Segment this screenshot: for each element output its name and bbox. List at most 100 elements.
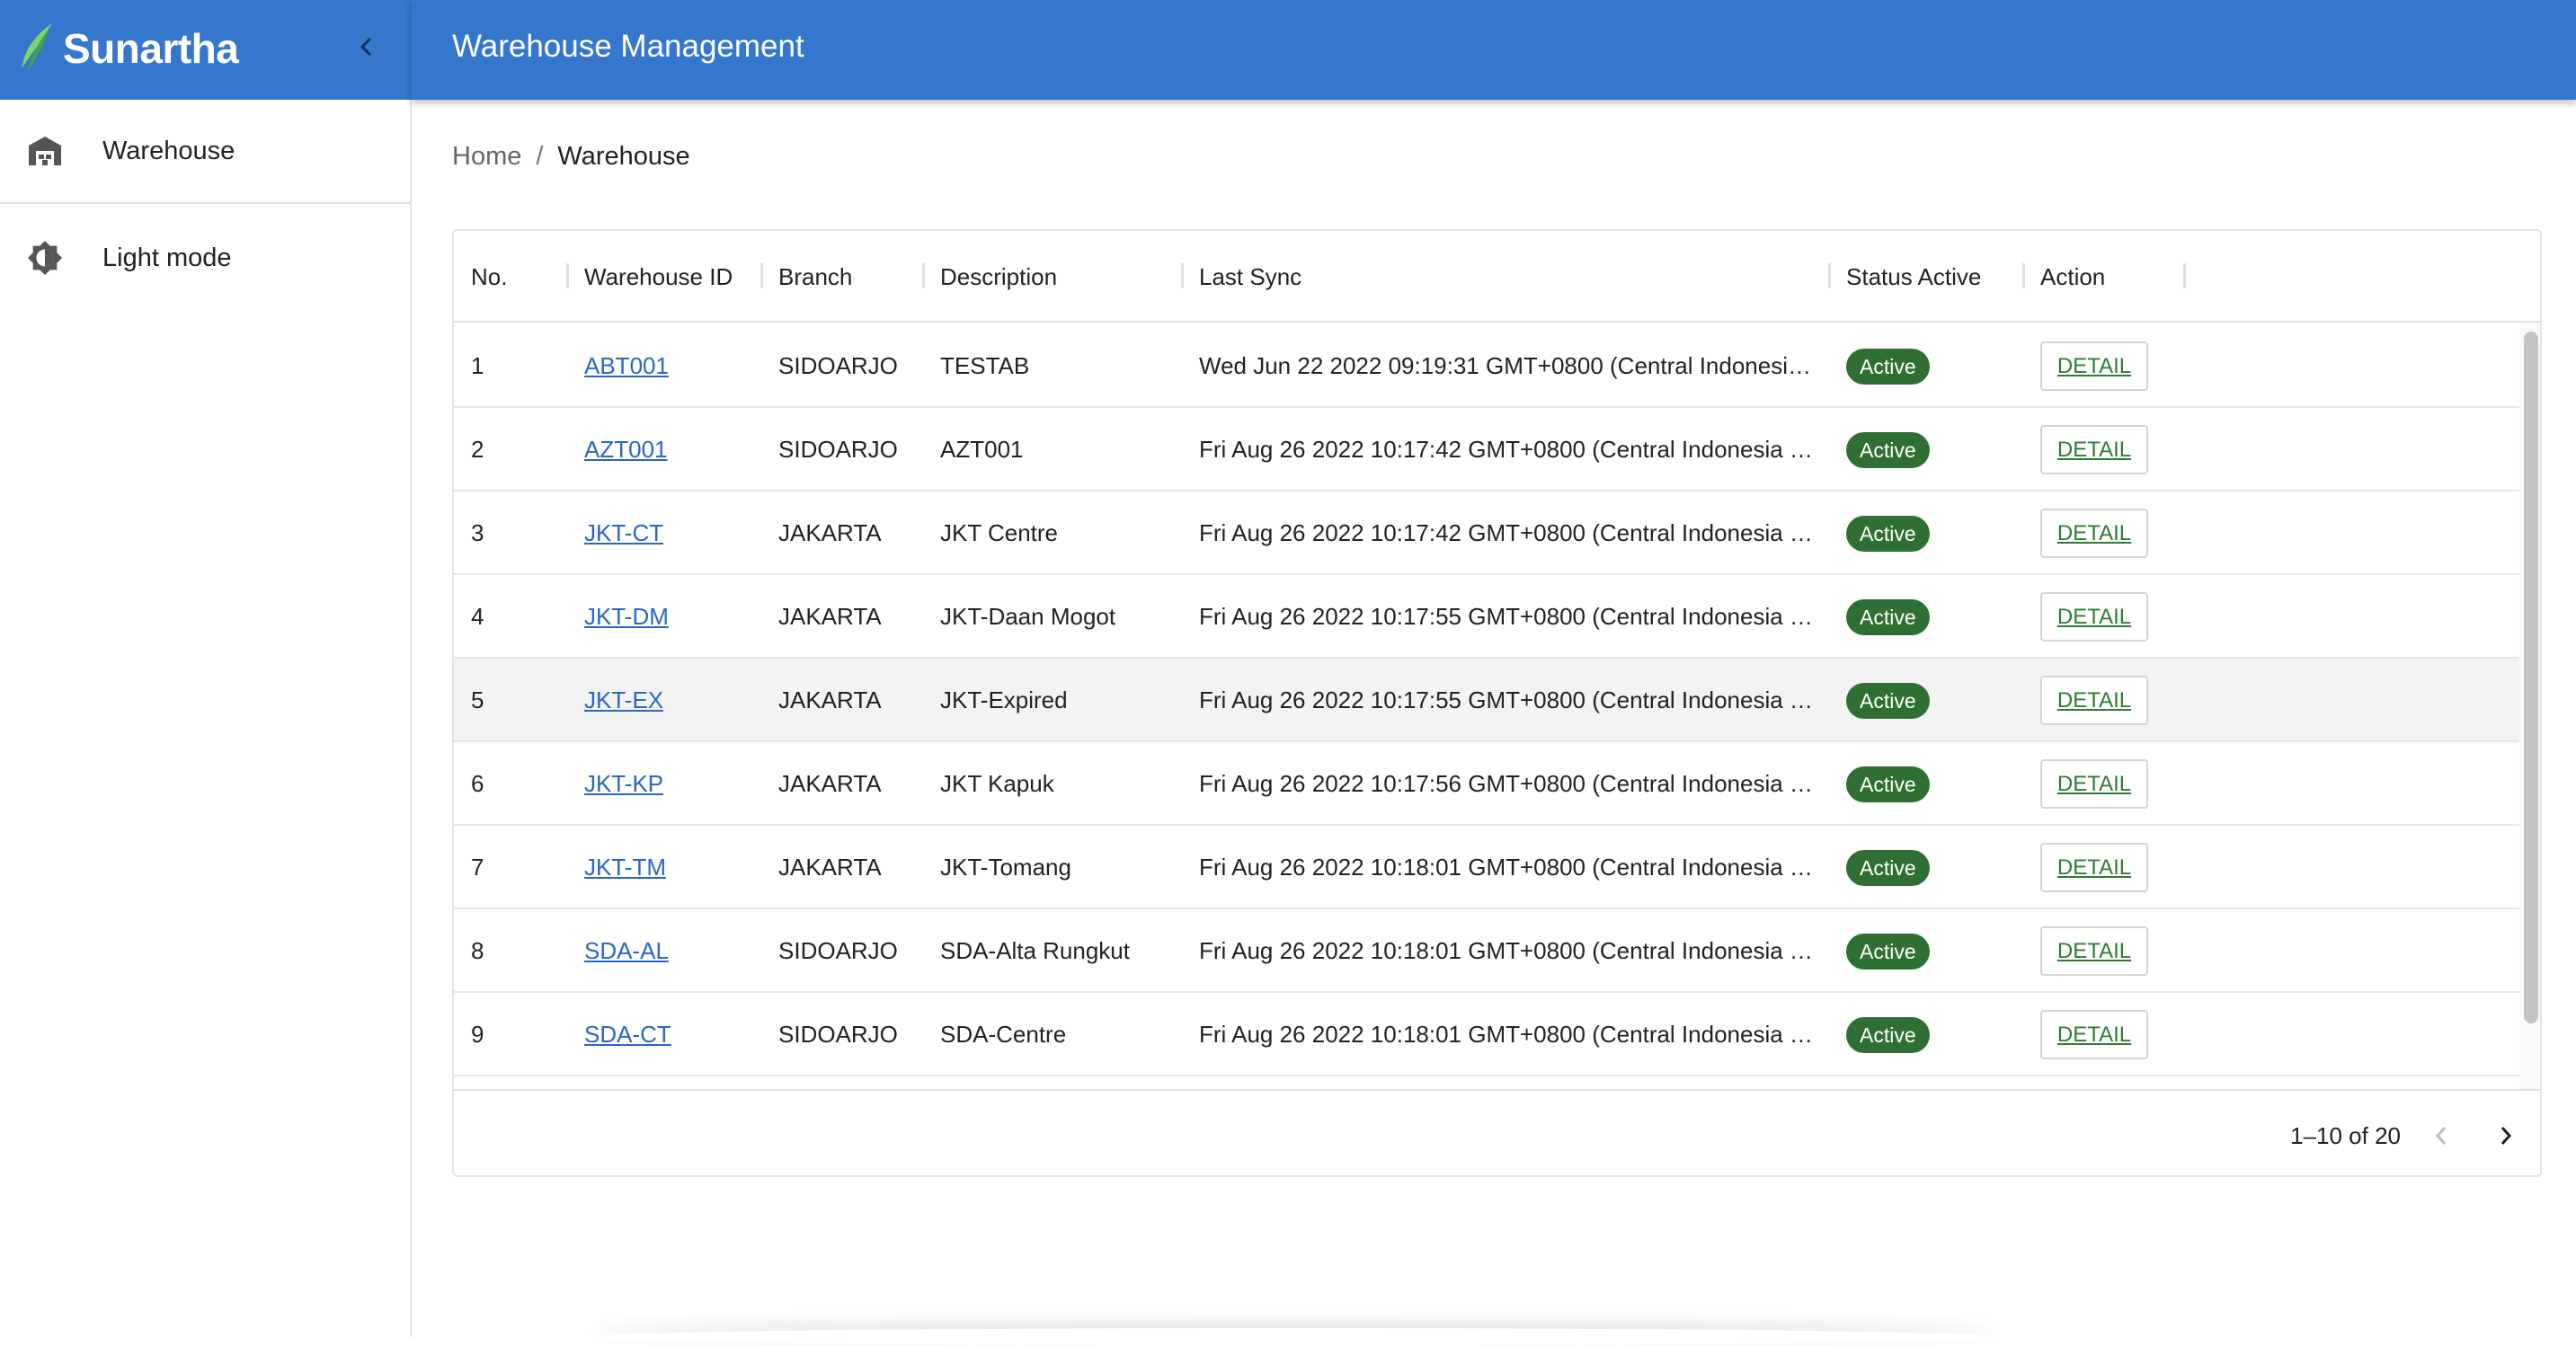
cell-no: 5 (471, 686, 484, 713)
status-badge: Active (1846, 431, 1930, 468)
pagination-range: 1–10 of 20 (2290, 1121, 2401, 1149)
cell-description: JKT-Expired (940, 686, 1068, 713)
cell-action: DETAIL (2040, 993, 2148, 1076)
detail-button[interactable]: DETAIL (2040, 676, 2148, 725)
breadcrumb-home-link[interactable]: Home (452, 142, 521, 172)
column-header-no[interactable]: No. (471, 231, 507, 323)
detail-button[interactable]: DETAIL (2040, 341, 2148, 391)
column-separator[interactable] (1828, 263, 1831, 288)
cell-no: 9 (471, 1021, 484, 1048)
column-header-status-active[interactable]: Status Active (1846, 231, 1981, 323)
warehouse-id-link[interactable]: AZT001 (584, 436, 668, 464)
cell-branch: SIDOARJO (778, 937, 898, 964)
cell-last-sync: Wed Jun 22 2022 09:19:31 GMT+0800 (Centr… (1199, 352, 1812, 379)
table-row[interactable]: 6 JKT-KP JAKARTA JKT Kapuk Fri Aug 26 20… (454, 742, 2519, 826)
cell-status: Active (1846, 575, 1930, 659)
collapse-sidebar-button[interactable] (349, 29, 385, 65)
cell-branch: JAKARTA (778, 854, 882, 881)
sidebar-item-warehouse[interactable]: Warehouse (0, 100, 410, 204)
table-row[interactable]: 8 SDA-AL SIDOARJO SDA-Alta Rungkut Fri A… (454, 909, 2519, 993)
warehouse-id-link[interactable]: SDA-AL (584, 937, 669, 965)
cell-description: JKT-Tomang (940, 854, 1071, 881)
column-separator[interactable] (1181, 263, 1184, 288)
cell-last-sync: Fri Aug 26 2022 10:17:42 GMT+0800 (Centr… (1199, 519, 1813, 546)
warehouse-id-link[interactable]: JKT-KP (584, 770, 663, 798)
cell-warehouse-id: ABT001 (584, 324, 669, 408)
detail-button[interactable]: DETAIL (2040, 926, 2148, 976)
column-header-action[interactable]: Action (2040, 231, 2105, 323)
status-badge: Active (1846, 682, 1930, 719)
cell-no: 4 (471, 603, 484, 630)
chevron-left-icon (360, 37, 372, 57)
table-row[interactable]: 3 JKT-CT JAKARTA JKT Centre Fri Aug 26 2… (454, 491, 2519, 575)
cell-action: DETAIL (2040, 408, 2148, 491)
table-row[interactable]: 2 AZT001 SIDOARJO AZT001 Fri Aug 26 2022… (454, 408, 2519, 491)
chevron-right-icon (2500, 1127, 2512, 1145)
table-footer: 1–10 of 20 (454, 1089, 2540, 1175)
column-header-last-sync[interactable]: Last Sync (1199, 231, 1301, 323)
app-header: Warehouse Management (412, 0, 2576, 100)
status-badge: Active (1846, 1016, 1930, 1053)
warehouse-icon (27, 133, 63, 169)
logo-bar: Sunartha (0, 0, 412, 100)
previous-page-button[interactable] (2423, 1118, 2459, 1154)
table-row[interactable]: 9 SDA-CT SIDOARJO SDA-Centre Fri Aug 26 … (454, 993, 2519, 1076)
cell-no: 3 (471, 519, 484, 546)
cell-action: DETAIL (2040, 659, 2148, 742)
cell-action: DETAIL (2040, 491, 2148, 575)
warehouse-id-link[interactable]: JKT-DM (584, 603, 669, 631)
column-separator[interactable] (2183, 263, 2186, 288)
cell-description: JKT Kapuk (940, 770, 1054, 797)
warehouse-id-link[interactable]: SDA-CT (584, 1021, 671, 1049)
table-row[interactable]: 1 ABT001 SIDOARJO TESTAB Wed Jun 22 2022… (454, 324, 2519, 408)
column-header-description[interactable]: Description (940, 231, 1057, 323)
detail-button[interactable]: DETAIL (2040, 425, 2148, 474)
cell-description: TESTAB (940, 352, 1030, 379)
column-header-branch[interactable]: Branch (778, 231, 852, 323)
detail-button[interactable]: DETAIL (2040, 592, 2148, 642)
cell-branch: SIDOARJO (778, 1021, 898, 1048)
column-separator[interactable] (760, 263, 763, 288)
detail-button[interactable]: DETAIL (2040, 759, 2148, 809)
cell-no: 1 (471, 352, 484, 379)
status-badge: Active (1846, 849, 1930, 886)
bottom-shadow (593, 1328, 1995, 1346)
warehouse-id-link[interactable]: JKT-TM (584, 854, 666, 881)
cell-warehouse-id: SDA-CT (584, 993, 671, 1076)
scrollbar-thumb[interactable] (2524, 332, 2538, 1023)
sidebar-item-light-mode[interactable]: Light mode (0, 206, 410, 310)
column-header-warehouse-id[interactable]: Warehouse ID (584, 231, 733, 323)
cell-action: DETAIL (2040, 909, 2148, 993)
next-page-button[interactable] (2488, 1118, 2524, 1154)
status-badge: Active (1846, 766, 1930, 802)
cell-warehouse-id: SDA-AL (584, 909, 669, 993)
cell-warehouse-id: JKT-KP (584, 742, 663, 826)
cell-warehouse-id: AZT001 (584, 408, 668, 491)
cell-action: DETAIL (2040, 742, 2148, 826)
breadcrumb-current: Warehouse (557, 142, 690, 171)
detail-button[interactable]: DETAIL (2040, 1010, 2148, 1059)
breadcrumb: Home / Warehouse (452, 142, 690, 172)
status-badge: Active (1846, 933, 1930, 970)
warehouse-id-link[interactable]: JKT-CT (584, 519, 663, 547)
table-row[interactable]: 4 JKT-DM JAKARTA JKT-Daan Mogot Fri Aug … (454, 575, 2519, 659)
column-separator[interactable] (922, 263, 925, 288)
warehouse-id-link[interactable]: JKT-EX (584, 686, 663, 714)
cell-warehouse-id: JKT-CT (584, 491, 663, 575)
cell-branch: JAKARTA (778, 603, 882, 630)
cell-status: Active (1846, 909, 1930, 993)
column-separator[interactable] (2022, 263, 2025, 288)
sidebar: Sunartha Warehouse Light mode (0, 0, 412, 1337)
column-separator[interactable] (566, 263, 569, 288)
leaf-logo-icon (22, 23, 52, 72)
detail-button[interactable]: DETAIL (2040, 843, 2148, 892)
cell-last-sync: Fri Aug 26 2022 10:18:01 GMT+0800 (Centr… (1199, 1021, 1813, 1048)
table-row[interactable]: 7 JKT-TM JAKARTA JKT-Tomang Fri Aug 26 2… (454, 826, 2519, 909)
cell-no: 8 (471, 937, 484, 964)
warehouse-id-link[interactable]: ABT001 (584, 352, 669, 380)
detail-button[interactable]: DETAIL (2040, 509, 2148, 558)
table-scrollbar[interactable] (2519, 323, 2540, 1089)
table-row[interactable]: 5 JKT-EX JAKARTA JKT-Expired Fri Aug 26 … (454, 659, 2519, 742)
cell-status: Active (1846, 491, 1930, 575)
cell-warehouse-id: JKT-DM (584, 575, 669, 659)
